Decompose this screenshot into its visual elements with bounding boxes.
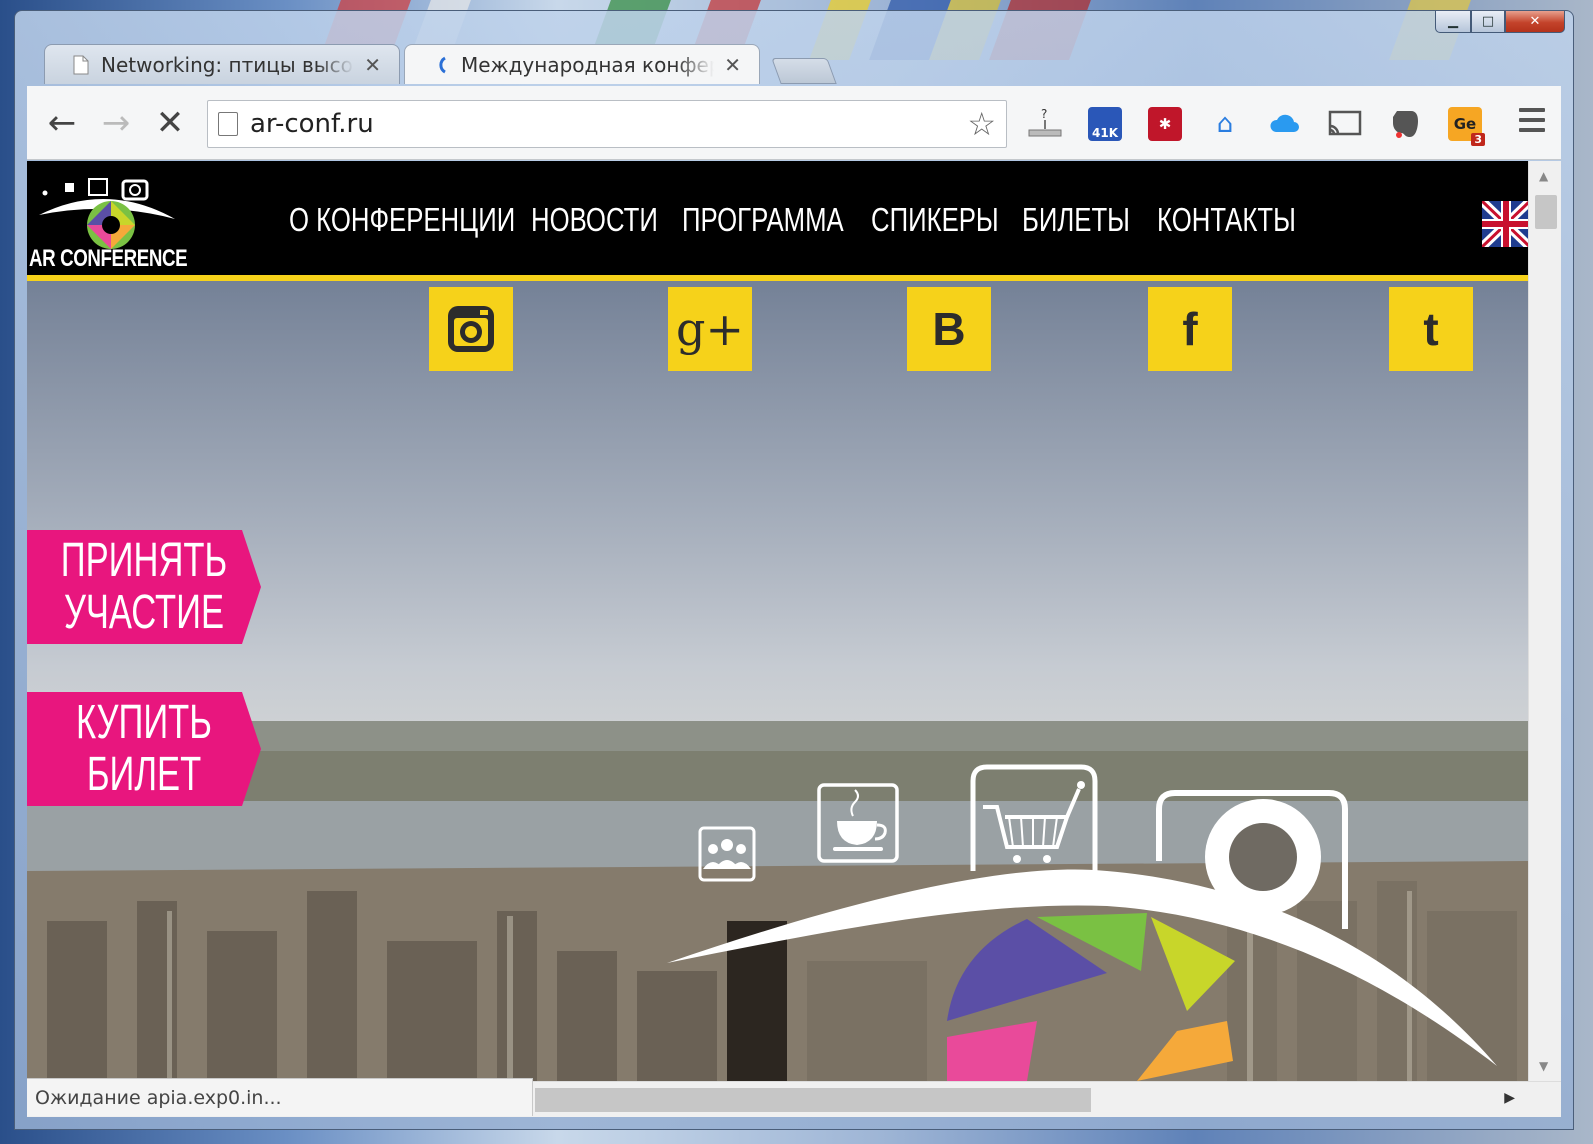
maximize-button[interactable]: □ xyxy=(1471,11,1505,33)
loading-spinner-icon xyxy=(439,56,446,73)
minimize-button[interactable]: ▁ xyxy=(1435,11,1471,33)
facebook-icon: f xyxy=(1182,303,1198,355)
page-viewport: AR CONFERENCE О КОНФЕРЕНЦИИ НОВОСТИ ПРОГ… xyxy=(27,161,1528,1081)
svg-text:?: ? xyxy=(1041,107,1047,121)
back-button[interactable]: ← xyxy=(35,96,89,150)
translate-41k-extension[interactable]: 41K xyxy=(1083,102,1127,146)
browser-toolbar: ← → ✕ ar-conf.ru ☆ ? 41K ✱ ⌂ Ge 3 xyxy=(27,86,1561,160)
horizontal-scroll-thumb[interactable] xyxy=(535,1088,1091,1112)
tab-close-icon[interactable]: ✕ xyxy=(364,53,381,77)
scroll-right-icon[interactable]: ▶ xyxy=(1504,1090,1515,1106)
uk-flag-icon[interactable] xyxy=(1482,201,1528,247)
nav-program[interactable]: ПРОГРАММА xyxy=(682,201,844,239)
window-controls: ▁ □ ✕ xyxy=(1435,11,1565,33)
vertical-scroll-thumb[interactable] xyxy=(1535,195,1557,229)
facebook-button[interactable]: f xyxy=(1148,287,1232,371)
nav-news[interactable]: НОВОСТИ xyxy=(531,201,658,239)
vk-icon: В xyxy=(932,303,966,355)
extensions-area: ? 41K ✱ ⌂ Ge 3 xyxy=(1023,100,1503,148)
people-icon xyxy=(698,826,756,882)
extension-badge: 3 xyxy=(1471,133,1485,146)
evernote-icon[interactable] xyxy=(1383,102,1427,146)
scroll-down-icon[interactable]: ▼ xyxy=(1539,1059,1548,1073)
page-icon xyxy=(73,55,89,74)
google-plus-button[interactable]: g+ xyxy=(668,287,752,371)
ge-extension[interactable]: Ge 3 xyxy=(1443,102,1487,146)
tab-strip: Networking: птицы высо ✕ Международная к… xyxy=(24,44,1324,84)
close-window-button[interactable]: ✕ xyxy=(1505,11,1565,33)
hero-graphics xyxy=(667,764,1497,1081)
nav-about[interactable]: О КОНФЕРЕНЦИИ xyxy=(289,201,515,239)
tab-close-icon[interactable]: ✕ xyxy=(724,53,741,77)
logo-text: AR CONFERENCE xyxy=(29,245,188,272)
buy-ticket-button[interactable]: КУПИТЬ БИЛЕТ xyxy=(27,692,261,806)
participate-button[interactable]: ПРИНЯТЬ УЧАСТИЕ xyxy=(27,530,261,644)
status-text: Ожидание apia.exp0.in... xyxy=(35,1086,282,1109)
lastpass-extension[interactable]: ✱ xyxy=(1143,102,1187,146)
download-icon[interactable]: ? xyxy=(1023,102,1067,146)
coffee-cup-icon xyxy=(817,783,899,863)
instagram-icon xyxy=(448,306,494,352)
tab-title: Networking: птицы высо xyxy=(101,52,353,77)
vk-button[interactable]: В xyxy=(907,287,991,371)
scroll-up-icon[interactable]: ▲ xyxy=(1539,169,1548,183)
instagram-button[interactable] xyxy=(429,287,513,371)
participate-label: ПРИНЯТЬ УЧАСТИЕ xyxy=(60,534,228,639)
vertical-scrollbar[interactable]: ▲ ▼ xyxy=(1528,161,1561,1081)
nav-speakers[interactable]: СПИКЕРЫ xyxy=(871,201,999,239)
status-bar: Ожидание apia.exp0.in... xyxy=(27,1078,533,1116)
url-text: ar-conf.ru xyxy=(250,109,374,139)
cloud-extension[interactable] xyxy=(1263,102,1307,146)
twitter-icon: t xyxy=(1423,303,1439,355)
new-tab-button[interactable] xyxy=(771,58,837,84)
buy-ticket-label: КУПИТЬ БИЛЕТ xyxy=(76,696,212,801)
tab-title: Международная конфер xyxy=(461,52,715,77)
stop-button[interactable]: ✕ xyxy=(143,96,197,150)
tab-networking[interactable]: Networking: птицы высо ✕ xyxy=(44,44,400,84)
cast-icon[interactable] xyxy=(1323,102,1367,146)
home-extension[interactable]: ⌂ xyxy=(1203,102,1247,146)
forward-button[interactable]: → xyxy=(89,96,143,150)
bookmark-star-icon[interactable]: ☆ xyxy=(967,105,996,143)
page-icon xyxy=(218,112,238,136)
nav-contacts[interactable]: КОНТАКТЫ xyxy=(1157,201,1296,239)
shopping-cart-icon xyxy=(970,764,1098,871)
main-navigation: О КОНФЕРЕНЦИИ НОВОСТИ ПРОГРАММА СПИКЕРЫ … xyxy=(289,201,1301,239)
nav-tickets[interactable]: БИЛЕТЫ xyxy=(1022,201,1132,239)
site-header: AR CONFERENCE О КОНФЕРЕНЦИИ НОВОСТИ ПРОГ… xyxy=(27,161,1528,281)
lens-logo-graphic xyxy=(947,913,1235,1081)
extension-label: 41K xyxy=(1088,107,1122,141)
browser-menu-icon[interactable] xyxy=(1519,108,1545,138)
address-bar[interactable]: ar-conf.ru ☆ xyxy=(207,100,1007,148)
twitter-button[interactable]: t xyxy=(1389,287,1473,371)
tab-conference[interactable]: Международная конфер ✕ xyxy=(404,44,760,84)
google-plus-icon: g+ xyxy=(676,302,744,356)
